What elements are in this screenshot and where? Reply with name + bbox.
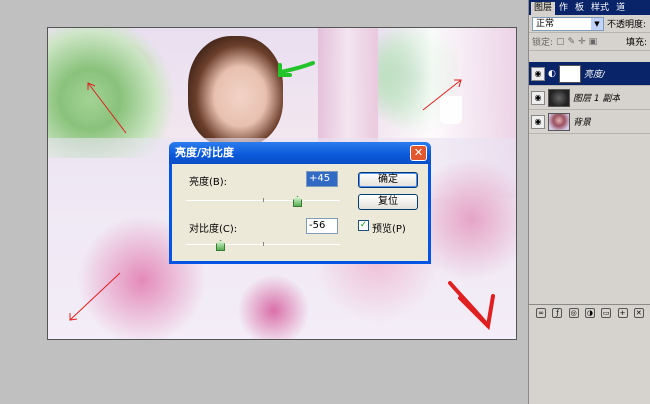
- mask-icon[interactable]: ◎: [568, 307, 579, 318]
- lock-label: 锁定:: [532, 38, 554, 48]
- visibility-eye-icon[interactable]: ◉: [531, 66, 545, 81]
- fill-label: 填充:: [625, 38, 647, 48]
- red-arrow-top-left: [87, 82, 127, 134]
- tab-history[interactable]: 作: [556, 2, 571, 15]
- blend-mode-select[interactable]: 正常 ▼: [532, 16, 604, 31]
- layer-row[interactable]: ◉ ◐ 亮度/: [529, 62, 650, 86]
- lock-transparency-icon[interactable]: ▢: [556, 37, 565, 47]
- visibility-eye-icon[interactable]: ◉: [531, 114, 545, 129]
- layer-thumbnail: [548, 112, 570, 131]
- reset-button[interactable]: 复位: [358, 194, 418, 210]
- layer-thumbnail: [548, 88, 570, 107]
- red-arrow-bottom-right: [448, 281, 495, 331]
- adjustment-layer-icon[interactable]: ◑: [584, 307, 595, 318]
- red-arrow-bottom-left: [69, 272, 121, 321]
- ok-button[interactable]: 确定: [358, 172, 418, 188]
- chevron-down-icon: ▼: [591, 17, 603, 30]
- lock-brush-icon[interactable]: ✎: [568, 37, 576, 47]
- preview-checkbox[interactable]: ✓: [358, 220, 369, 231]
- adjustment-icon: ◐: [548, 68, 556, 79]
- lock-row: 锁定: ▢ ✎ ✛ ▣ 填充:: [529, 33, 650, 51]
- layers-list: ◉ ◐ 亮度/ ◉ 图层 1 副本 ◉ 背景: [529, 62, 650, 134]
- opacity-label: 不透明度:: [607, 20, 647, 30]
- visibility-eye-icon[interactable]: ◉: [531, 90, 545, 105]
- brightness-label: 亮度(B):: [189, 177, 228, 188]
- tab-styles[interactable]: 样式: [588, 2, 612, 15]
- contrast-label: 对比度(C):: [189, 224, 238, 235]
- layers-bottom-bar: ∞ ƒ ◎ ◑ ▭ + ✕: [529, 304, 650, 320]
- close-button[interactable]: ✕: [410, 145, 427, 161]
- layers-panel: 图层 作 板 样式 道 正常 ▼ 不透明度: 锁定: ▢ ✎ ✛ ▣ 填充: ◉…: [528, 0, 650, 404]
- tab-channels[interactable]: 道: [613, 2, 628, 15]
- green-arrow: [278, 61, 315, 77]
- layer-style-icon[interactable]: ƒ: [552, 307, 563, 318]
- close-icon: ✕: [413, 146, 424, 159]
- brightness-contrast-dialog: 亮度/对比度 ✕ 亮度(B): +45 对比度(C): -56 确定 复位 ✓ …: [169, 142, 431, 264]
- blend-mode-value: 正常: [536, 18, 555, 29]
- new-group-icon[interactable]: ▭: [601, 307, 612, 318]
- layer-name: 背景: [573, 118, 592, 128]
- dialog-title: 亮度/对比度: [175, 146, 235, 159]
- contrast-slider-thumb[interactable]: [216, 240, 225, 251]
- brightness-input[interactable]: +45: [306, 171, 338, 187]
- layer-thumbnail: [558, 64, 581, 83]
- tab-layers[interactable]: 图层: [531, 2, 556, 15]
- blend-row: 正常 ▼ 不透明度:: [529, 15, 650, 33]
- lock-move-icon[interactable]: ✛: [578, 37, 586, 47]
- layer-row[interactable]: ◉ 图层 1 副本: [529, 86, 650, 110]
- brightness-slider-thumb[interactable]: [293, 196, 302, 207]
- lock-all-icon[interactable]: ▣: [589, 37, 598, 47]
- red-arrow-top-right: [422, 79, 462, 111]
- panel-tabs: 图层 作 板 样式 道: [529, 0, 650, 15]
- contrast-slider-center-tick: [263, 242, 264, 246]
- layer-name: 图层 1 副本: [573, 94, 621, 104]
- contrast-input[interactable]: -56: [306, 218, 338, 234]
- link-icon[interactable]: ∞: [536, 307, 547, 318]
- new-layer-icon[interactable]: +: [617, 307, 628, 318]
- layer-name: 亮度/: [583, 70, 605, 80]
- layer-row[interactable]: ◉ 背景: [529, 110, 650, 134]
- brightness-slider-center-tick: [263, 198, 264, 202]
- preview-label: 预览(P): [372, 224, 406, 235]
- dialog-titlebar[interactable]: 亮度/对比度 ✕: [169, 142, 431, 164]
- tab-brushes[interactable]: 板: [572, 2, 587, 15]
- trash-icon[interactable]: ✕: [633, 307, 644, 318]
